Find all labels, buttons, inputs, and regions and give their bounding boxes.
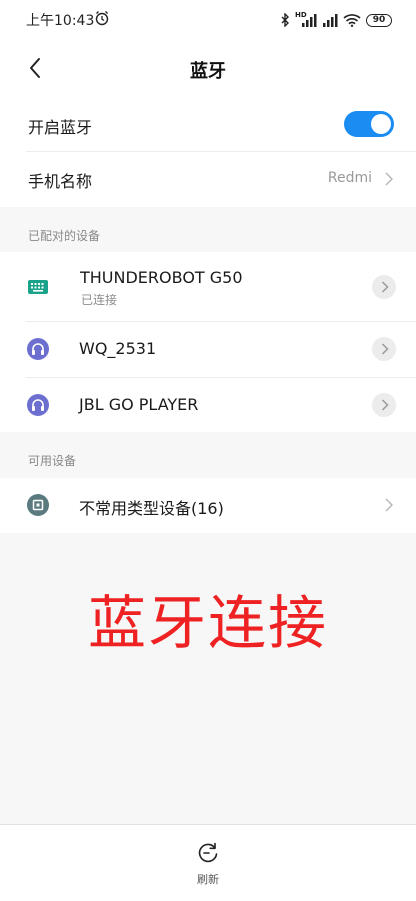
wifi-icon (343, 14, 361, 27)
keyboard-icon (28, 280, 48, 294)
refresh-icon (198, 842, 218, 863)
device-details-button[interactable] (372, 393, 396, 417)
device-details-button[interactable] (372, 275, 396, 299)
device-icon (27, 494, 49, 516)
alarm-icon (95, 11, 109, 26)
paired-device-name: JBL GO PLAYER (79, 395, 199, 414)
page-title: 蓝牙 (190, 61, 226, 82)
device-details-button[interactable] (372, 337, 396, 361)
paired-devices-list: THUNDEROBOT G50 已连接 WQ_2531 JBL GO PLAYE (0, 252, 416, 432)
chevron-right-icon (381, 343, 389, 355)
battery-icon: 90 (366, 13, 392, 27)
paired-device-row[interactable]: JBL GO PLAYER (0, 378, 416, 432)
device-name-row[interactable]: 手机名称 Redmi (0, 152, 416, 207)
paired-device-name: THUNDEROBOT G50 (80, 268, 243, 287)
status-time: 上午10:43 (26, 13, 95, 29)
paired-device-status: 已连接 (81, 293, 118, 307)
bluetooth-toggle-row[interactable]: 开启蓝牙 (0, 96, 416, 151)
headset-icon (27, 394, 49, 416)
headset-icon (27, 338, 49, 360)
paired-device-row[interactable]: THUNDEROBOT G50 已连接 (0, 252, 416, 321)
bluetooth-toggle-label: 开启蓝牙 (28, 118, 93, 137)
chevron-right-icon (381, 281, 389, 293)
status-bar: 上午10:43 HD 90 (0, 0, 416, 40)
paired-device-row[interactable]: WQ_2531 (0, 322, 416, 377)
device-name-value: Redmi (327, 170, 372, 186)
chevron-right-icon (381, 399, 389, 411)
settings-group: 开启蓝牙 手机名称 Redmi (0, 96, 416, 207)
paired-section-title: 已配对的设备 (28, 229, 101, 243)
bluetooth-status-icon (281, 13, 289, 27)
available-device-name: 不常用类型设备(16) (79, 499, 224, 518)
bluetooth-toggle[interactable] (344, 111, 394, 137)
available-section-title: 可用设备 (28, 454, 77, 468)
available-device-row[interactable]: 不常用类型设备(16) (0, 478, 416, 533)
signal-icon (323, 14, 338, 27)
paired-device-name: WQ_2531 (79, 339, 157, 358)
chevron-right-icon (385, 172, 393, 186)
status-indicators: HD 90 (280, 11, 392, 29)
chevron-right-icon (385, 498, 393, 512)
bottom-bar: 刷新 (0, 824, 416, 901)
refresh-label: 刷新 (197, 873, 219, 886)
header: 蓝牙 (0, 40, 416, 96)
toggle-knob (371, 114, 391, 134)
overlay-caption: 蓝牙连接 (87, 589, 328, 657)
device-name-label: 手机名称 (28, 172, 93, 191)
hd-signal-icon: HD (295, 11, 317, 27)
refresh-button[interactable]: 刷新 (188, 839, 228, 889)
